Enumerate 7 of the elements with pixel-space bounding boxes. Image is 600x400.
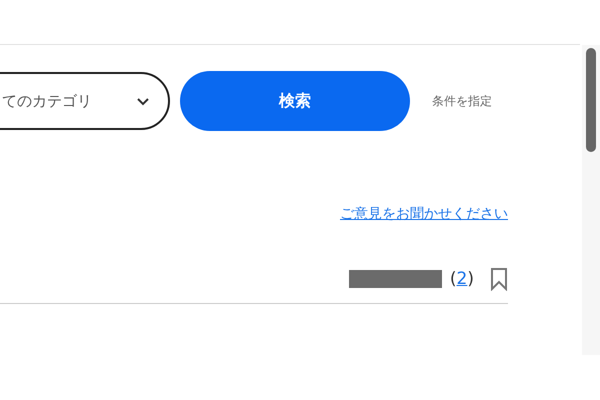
search-button[interactable]: 検索 <box>180 71 410 131</box>
count-link[interactable]: (2) <box>450 269 474 289</box>
scrollbar-thumb[interactable] <box>586 48 596 152</box>
feedback-link[interactable]: ご意見をお聞かせください <box>340 205 508 223</box>
bookmark-icon[interactable] <box>490 267 508 291</box>
category-dropdown[interactable]: てのカテゴリ <box>0 72 170 130</box>
advanced-search-link[interactable]: 条件を指定 <box>432 92 492 110</box>
